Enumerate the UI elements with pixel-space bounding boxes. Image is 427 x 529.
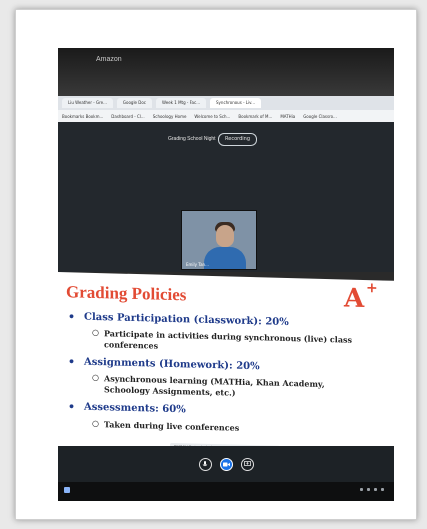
slide-bullet-participation: Class Participation (classwork): 20% <box>84 311 289 329</box>
grade-a-mark: A <box>344 283 365 315</box>
person-head <box>216 225 234 247</box>
slide-sub-assignments: Asynchronous learning (MATHia, Khan Acad… <box>104 373 325 398</box>
browser-tab[interactable]: Liu Weather - Gre... <box>62 98 113 108</box>
bookmark-item[interactable]: Google Classro... <box>303 114 337 119</box>
monitor-bezel: Amazon <box>58 48 394 98</box>
meeting-title: Grading School Night <box>168 136 216 142</box>
system-tray <box>360 488 384 491</box>
browser-tab[interactable]: Google Doc <box>116 98 153 108</box>
mic-icon[interactable] <box>198 457 212 471</box>
sub-bullet-icon: ○ <box>92 327 99 338</box>
sub-bullet-icon: ○ <box>92 372 99 383</box>
present-icon[interactable] <box>240 457 254 471</box>
bookmark-item[interactable]: Bookmark of M... <box>238 114 272 119</box>
tray-icon[interactable] <box>360 488 363 491</box>
slide-bullet-assessments: Assessments: 60% <box>84 401 186 416</box>
bookmark-item[interactable]: Bookmarks Bookm... <box>62 114 103 119</box>
slide-sub-participation: Participate in activities during synchro… <box>104 328 353 351</box>
bookmarks-bar: Bookmarks Bookm... Dashboard - Cl... Sch… <box>58 110 394 122</box>
photo-frame: Amazon Liu Weather - Gre... Google Doc W… <box>15 9 417 520</box>
bookmark-item[interactable]: Dashboard - Cl... <box>111 114 144 119</box>
sub-bullet-icon: ○ <box>92 418 99 429</box>
presentation-slide: Grading Policies A + • Class Participati… <box>58 272 394 455</box>
participant-video-tile[interactable]: Emily Tan... <box>181 210 257 270</box>
tray-icon[interactable] <box>381 488 384 491</box>
bookmark-item[interactable]: MATHia <box>280 114 295 119</box>
browser-tab[interactable]: Week 1 Mtg - Fac... <box>156 98 207 108</box>
person-body <box>204 247 246 269</box>
recording-indicator: Recording <box>218 133 258 146</box>
tray-icon[interactable] <box>374 488 377 491</box>
grade-plus-mark: + <box>366 280 378 297</box>
bullet-icon: • <box>68 400 76 414</box>
slide-title: Grading Policies <box>66 282 187 305</box>
participant-name: Emily Tan... <box>186 262 209 267</box>
camera-icon[interactable] <box>219 457 233 471</box>
browser-tab-active[interactable]: Synchronous - Liv... <box>210 98 261 108</box>
tray-icon[interactable] <box>367 488 370 491</box>
os-taskbar <box>58 482 394 501</box>
slide-sub-assessments: Taken during live conferences <box>104 419 240 433</box>
monitor-photo: Amazon Liu Weather - Gre... Google Doc W… <box>58 48 394 501</box>
laptop-brand-label: Amazon <box>96 56 122 63</box>
browser-tab-strip: Liu Weather - Gre... Google Doc Week 1 M… <box>58 96 394 110</box>
meeting-controls <box>58 446 394 482</box>
bullet-icon: • <box>68 355 76 369</box>
bookmark-item[interactable]: Schoology Home <box>153 114 187 119</box>
bookmark-item[interactable]: Welcome to Sch... <box>194 114 230 119</box>
meeting-area: Grading School Night Recording Emily Tan… <box>58 122 394 272</box>
slide-bullet-assignments: Assignments (Homework): 20% <box>84 356 260 373</box>
bullet-icon: • <box>68 310 76 324</box>
launcher-icon[interactable] <box>64 487 70 493</box>
